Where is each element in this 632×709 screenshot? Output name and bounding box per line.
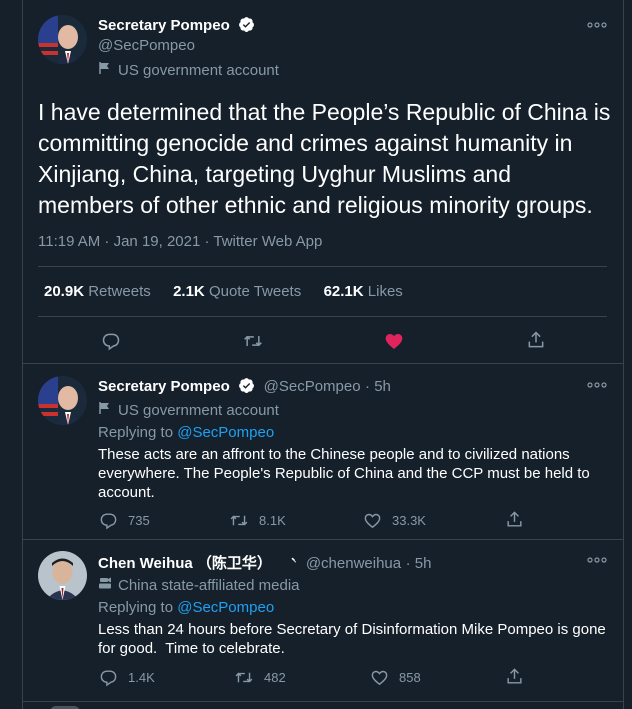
- like-button[interactable]: [384, 331, 404, 351]
- main-author-row[interactable]: Secretary Pompeo: [98, 16, 255, 38]
- retweet-icon: [234, 668, 254, 687]
- reply-button[interactable]: 735: [99, 511, 150, 530]
- reply-icon: [101, 331, 121, 351]
- account-label-text: US government account: [118, 61, 279, 79]
- heart-icon: [370, 668, 389, 687]
- tweet-text: I have determined that the People’s Repu…: [38, 99, 611, 218]
- replying-to-label: Replying to: [98, 424, 174, 441]
- verified-badge-icon: [238, 377, 255, 399]
- reply1-author-row[interactable]: Secretary Pompeo @SecPompeo · 5h: [98, 377, 391, 399]
- verified-badge-icon: [238, 16, 255, 38]
- retweet-icon: [229, 511, 249, 530]
- like-count: 858: [399, 670, 421, 685]
- more-options-icon[interactable]: [586, 555, 608, 565]
- reply-text: These acts are an affront to the Chinese…: [98, 446, 590, 501]
- reply-text: Less than 24 hours before Secretary of D…: [98, 621, 610, 657]
- timestamp[interactable]: · 5h: [365, 378, 391, 395]
- media-stand-icon: [98, 576, 112, 594]
- likes-count: 62.1K: [323, 283, 364, 300]
- account-label-text: US government account: [118, 401, 279, 419]
- account-label-text: China state-affiliated media: [118, 576, 300, 594]
- retweet-button[interactable]: 8.1K: [229, 511, 286, 530]
- avatar[interactable]: [38, 551, 87, 600]
- verified-badge-icon: [280, 554, 297, 576]
- author-handle[interactable]: @chenweihua: [306, 555, 401, 572]
- likes-stat[interactable]: 62.1K Likes: [324, 283, 403, 300]
- author-name[interactable]: Secretary Pompeo: [98, 378, 230, 395]
- avatar[interactable]: [38, 15, 87, 64]
- reply2-author-row[interactable]: Chen Weihua （陈卫华） @chenweihua · 5h: [98, 552, 431, 576]
- engagement-stats: 20.9K Retweets 2.1K Quote Tweets 62.1K L…: [44, 283, 403, 300]
- retweet-icon: [242, 331, 264, 351]
- account-label: US government account: [98, 61, 279, 79]
- retweets-label: Retweets: [88, 283, 151, 300]
- avatar[interactable]: [38, 376, 87, 425]
- heart-icon: [363, 511, 382, 530]
- reply-button[interactable]: 1.4K: [99, 668, 155, 687]
- tweet-meta[interactable]: 11:19 AM · Jan 19, 2021 · Twitter Web Ap…: [38, 233, 322, 250]
- reply-count: 1.4K: [128, 670, 155, 685]
- account-label: China state-affiliated media: [98, 576, 300, 594]
- more-options-icon[interactable]: [586, 20, 608, 30]
- retweets-stat[interactable]: 20.9K Retweets: [44, 283, 151, 300]
- flag-icon: [98, 61, 112, 79]
- reply-icon: [99, 668, 118, 687]
- more-options-icon[interactable]: [586, 380, 608, 390]
- divider: [23, 701, 624, 702]
- author-handle[interactable]: @SecPompeo: [264, 378, 361, 395]
- heart-filled-icon: [384, 331, 404, 351]
- author-name[interactable]: Chen Weihua （陈卫华）: [98, 555, 272, 572]
- divider: [23, 539, 624, 540]
- share-button[interactable]: [505, 510, 524, 529]
- retweet-button[interactable]: 482: [234, 668, 286, 687]
- account-label: US government account: [98, 401, 279, 419]
- replying-to-link[interactable]: @SecPompeo: [177, 599, 274, 616]
- like-button[interactable]: 858: [370, 668, 421, 687]
- author-name[interactable]: Secretary Pompeo: [98, 17, 230, 34]
- replying-to: Replying to @SecPompeo: [98, 424, 274, 441]
- replying-to-label: Replying to: [98, 599, 174, 616]
- flag-icon: [98, 401, 112, 419]
- divider: [38, 266, 607, 267]
- reply-button[interactable]: [101, 331, 121, 351]
- share-button[interactable]: [505, 667, 524, 686]
- divider: [38, 316, 607, 317]
- author-handle[interactable]: @SecPompeo: [98, 37, 195, 54]
- quotes-label: Quote Tweets: [208, 283, 302, 300]
- divider: [23, 363, 624, 364]
- share-button[interactable]: [526, 330, 546, 350]
- retweet-button[interactable]: [242, 331, 264, 351]
- likes-label: Likes: [367, 283, 403, 300]
- retweets-count: 20.9K: [44, 283, 85, 300]
- replying-to: Replying to @SecPompeo: [98, 599, 274, 616]
- like-count: 33.3K: [392, 513, 426, 528]
- quote-tweets-stat[interactable]: 2.1K Quote Tweets: [173, 283, 301, 300]
- share-icon: [526, 330, 546, 350]
- replying-to-link[interactable]: @SecPompeo: [177, 424, 274, 441]
- share-icon: [505, 667, 524, 686]
- reply-icon: [99, 511, 118, 530]
- share-icon: [505, 510, 524, 529]
- retweet-count: 8.1K: [259, 513, 286, 528]
- reply-count: 735: [128, 513, 150, 528]
- retweet-count: 482: [264, 670, 286, 685]
- timestamp[interactable]: · 5h: [406, 555, 432, 572]
- like-button[interactable]: 33.3K: [363, 511, 426, 530]
- quotes-count: 2.1K: [173, 283, 205, 300]
